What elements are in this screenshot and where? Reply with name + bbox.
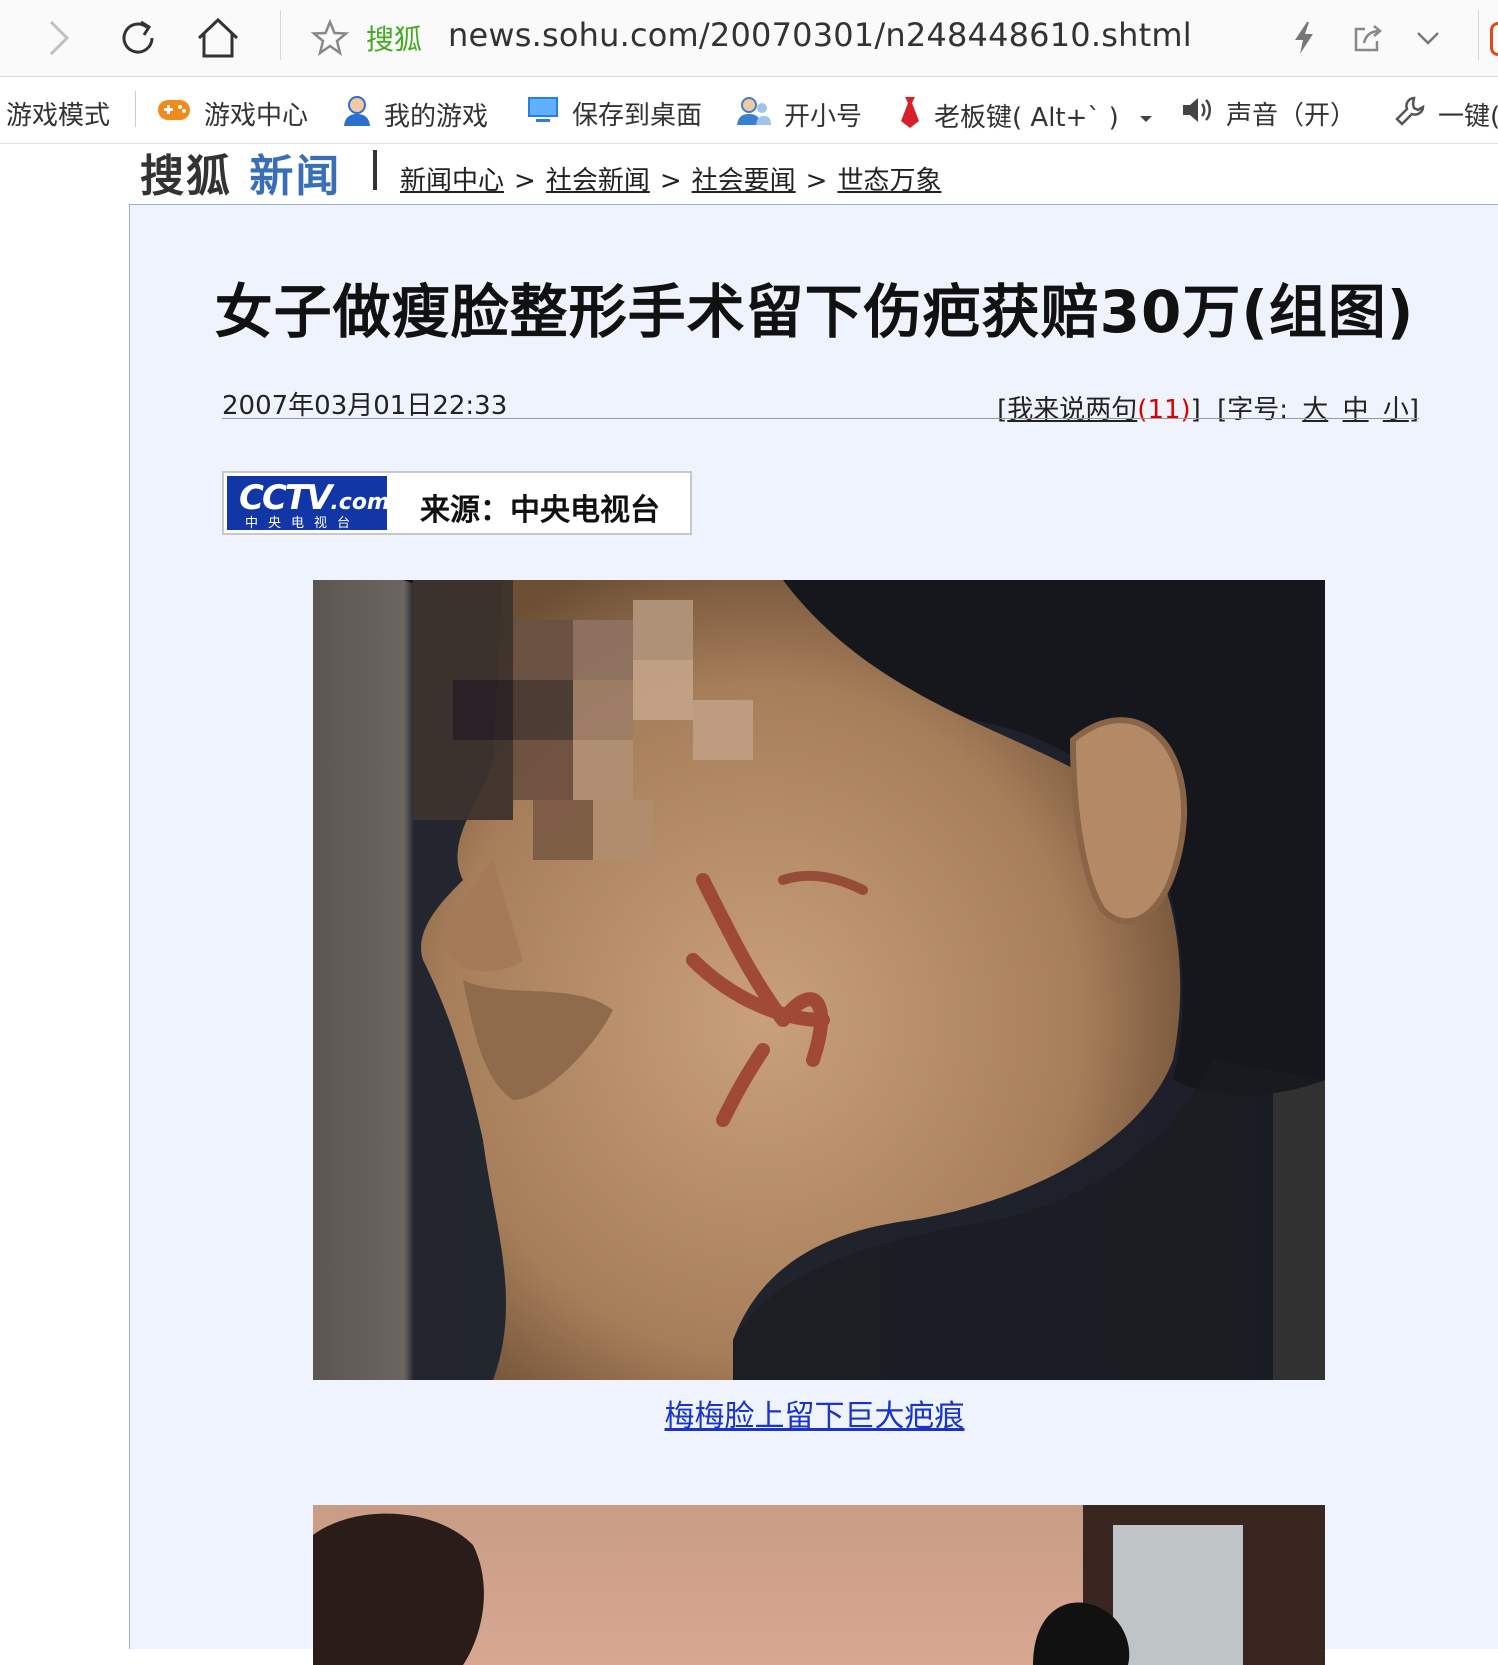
favorites-divider: [135, 91, 136, 127]
user-icon: [342, 95, 372, 134]
monitor-icon: [526, 95, 560, 132]
photo-caption: 梅梅脸上留下巨大疤痕: [130, 1391, 1498, 1435]
brand-news: 新闻: [249, 151, 342, 202]
breadcrumb-separator: >: [805, 166, 828, 196]
new-account-label: 开小号: [784, 102, 863, 132]
toolbar-divider-right: [1478, 10, 1479, 60]
sound-toggle-button[interactable]: 声音（开）: [1180, 95, 1356, 132]
url-field[interactable]: news.sohu.com/20070301/n248448610.shtml: [448, 16, 1192, 54]
fontsize-large-link[interactable]: 大: [1302, 395, 1328, 425]
game-center-label: 游戏中心: [204, 101, 309, 131]
favorites-toolbar: 游戏模式 游戏中心 我的游戏 保存到桌面 开小号 老板键( Alt+` ) 声音…: [0, 77, 1498, 144]
breadcrumb-news-center[interactable]: 新闻中心: [400, 166, 504, 196]
new-account-button[interactable]: 开小号: [736, 95, 862, 134]
my-games-label: 我的游戏: [384, 102, 489, 132]
article-tools: [我来说两句(11)] [字号: 大 中 小]: [997, 389, 1419, 426]
my-games-button[interactable]: 我的游戏: [342, 95, 488, 134]
article-photo[interactable]: [313, 580, 1325, 1380]
users-icon: [736, 95, 772, 134]
forward-icon[interactable]: [34, 14, 82, 62]
breadcrumb-separator: >: [514, 166, 536, 196]
sound-toggle-label: 声音（开）: [1226, 101, 1357, 131]
comment-bracket-open: [: [997, 395, 1008, 425]
photo-caption-link[interactable]: 梅梅脸上留下巨大疤痕: [665, 1399, 965, 1434]
lightning-icon[interactable]: [1280, 14, 1328, 62]
breadcrumb-social-headlines[interactable]: 社会要闻: [692, 166, 796, 196]
fontsize-bracket-close: ]: [1408, 395, 1419, 425]
save-to-desktop-button[interactable]: 保存到桌面: [526, 95, 702, 132]
site-name-label: 搜狐: [366, 23, 423, 56]
tie-icon: [898, 95, 922, 136]
boss-key-button[interactable]: 老板键( Alt+` ): [898, 95, 1153, 136]
one-click-label: 一键(: [1438, 102, 1498, 132]
bookmark-star-icon[interactable]: [306, 14, 354, 62]
header-rule: [222, 418, 1419, 419]
refresh-icon[interactable]: [114, 14, 162, 62]
breadcrumb: 新闻中心 > 社会新闻 > 社会要闻 > 世态万象: [400, 160, 941, 197]
browser-address-bar: 搜狐 news.sohu.com/20070301/n248448610.sht…: [0, 0, 1498, 77]
fontsize-medium-link[interactable]: 中: [1343, 395, 1369, 425]
extension-icon[interactable]: [1490, 22, 1498, 56]
dropdown-arrow-icon[interactable]: [1139, 101, 1153, 131]
home-icon[interactable]: [194, 14, 242, 62]
breadcrumb-world-affairs[interactable]: 世态万象: [837, 166, 941, 196]
boss-key-label: 老板键( Alt+` ): [934, 103, 1119, 133]
article-panel: 女子做瘦脸整形手术留下伤疤获赔30万(组图) 2007年03月01日22:33 …: [129, 204, 1498, 1665]
source-box: CCTV.com 中央电视台 来源：中央电视台: [222, 471, 692, 535]
speaker-icon: [1180, 95, 1214, 132]
brand-divider: [373, 150, 377, 190]
article-title: 女子做瘦脸整形手术留下伤疤获赔30万(组图): [214, 278, 1415, 346]
comment-bracket-close: ]: [1190, 395, 1201, 425]
gamepad-icon: [156, 96, 192, 131]
fontsize-label: [字号:: [1217, 395, 1288, 425]
fontsize-small-link[interactable]: 小: [1383, 395, 1409, 425]
comment-count[interactable]: (11): [1137, 395, 1190, 425]
game-mode-button[interactable]: 游戏模式: [6, 95, 110, 132]
source-label: 来源：中央电视台: [420, 493, 660, 528]
save-to-desktop-label: 保存到桌面: [572, 101, 703, 131]
sohu-news-logo[interactable]: 搜狐 新闻: [140, 140, 341, 204]
toolbar-divider: [280, 10, 281, 60]
wrench-icon: [1394, 95, 1426, 134]
breadcrumb-separator: >: [659, 166, 682, 196]
article-photo-second[interactable]: [313, 1505, 1325, 1665]
share-icon[interactable]: [1344, 14, 1392, 62]
comment-link[interactable]: 我来说两句: [1007, 395, 1137, 425]
one-click-button[interactable]: 一键(: [1394, 95, 1498, 134]
breadcrumb-social-news[interactable]: 社会新闻: [546, 166, 650, 196]
chevron-down-icon[interactable]: [1404, 14, 1452, 62]
article-datetime: 2007年03月01日22:33: [222, 391, 508, 421]
game-center-button[interactable]: 游戏中心: [156, 95, 308, 132]
cctv-logo[interactable]: CCTV.com 中央电视台: [227, 476, 387, 530]
brand-sohu: 搜狐: [140, 151, 232, 202]
